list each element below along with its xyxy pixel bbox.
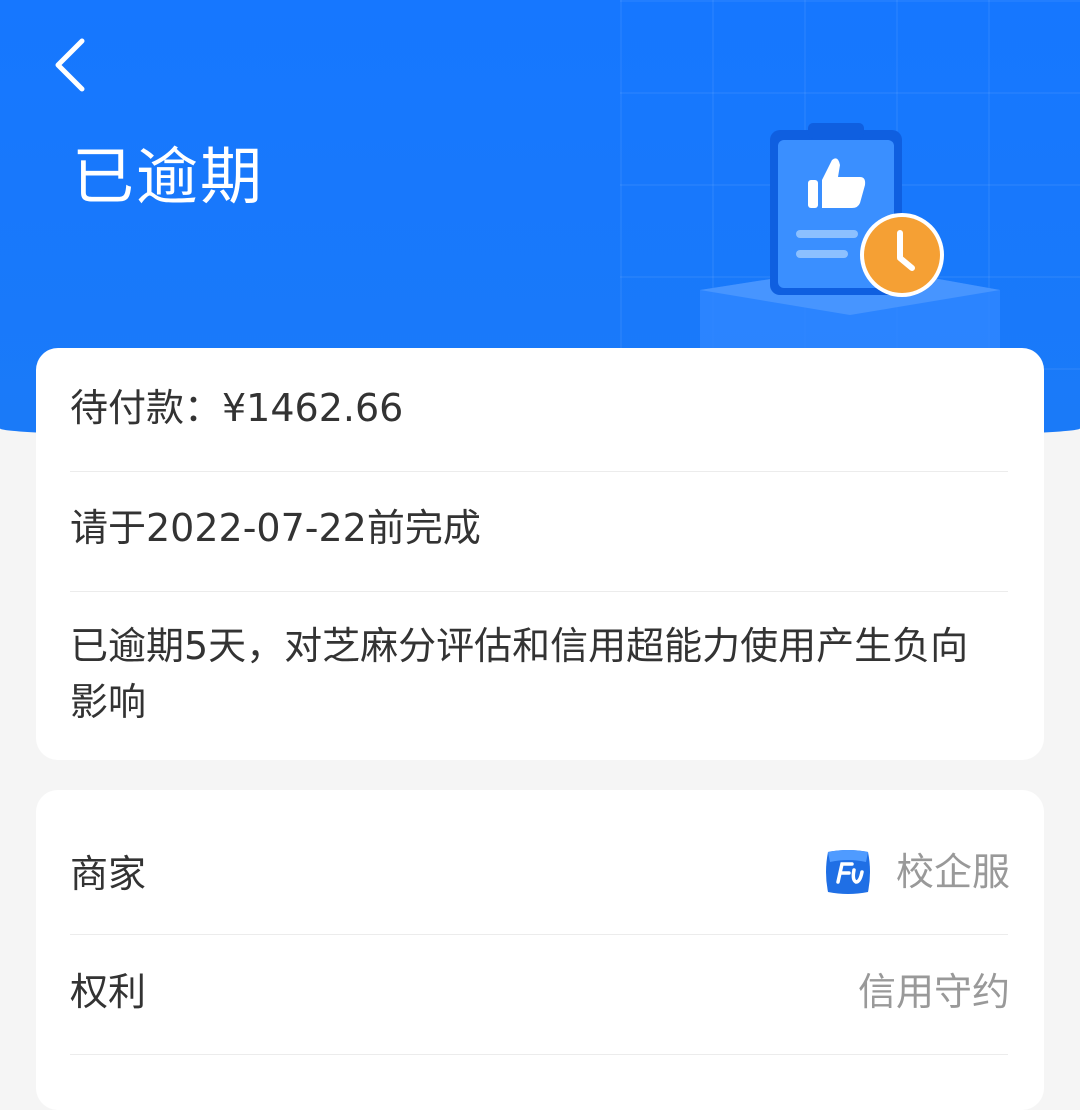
rights-value: 信用守约 bbox=[857, 970, 1010, 1014]
rights-label: 权利 bbox=[70, 970, 147, 1014]
merchant-value[interactable]: 校企服 bbox=[822, 844, 1010, 900]
back-button[interactable] bbox=[40, 30, 100, 100]
merchant-label: 商家 bbox=[70, 852, 147, 896]
merchant-name: 校企服 bbox=[895, 850, 1010, 894]
amount-due-text: 待付款：¥1462.66 bbox=[70, 386, 404, 430]
divider bbox=[70, 591, 1008, 592]
overdue-warning-text: 已逾期5天，对芝麻分评估和信用超能力使用产生负向影响 bbox=[70, 624, 969, 724]
divider bbox=[70, 1054, 1008, 1055]
clipboard-illustration bbox=[700, 123, 1000, 355]
page-title: 已逾期 bbox=[72, 140, 265, 213]
payment-card: 待付款：¥1462.66 请于2022-07-22前完成 已逾期5天，对芝麻分评… bbox=[36, 348, 1044, 760]
info-card: 商家 校企服 权利 信用守约 bbox=[36, 790, 1044, 1110]
divider bbox=[70, 471, 1008, 472]
due-date-text: 请于2022-07-22前完成 bbox=[70, 506, 481, 550]
chevron-left-icon bbox=[55, 38, 85, 92]
clock-icon bbox=[860, 213, 944, 297]
divider bbox=[70, 934, 1008, 935]
merchant-logo-icon bbox=[825, 850, 870, 894]
